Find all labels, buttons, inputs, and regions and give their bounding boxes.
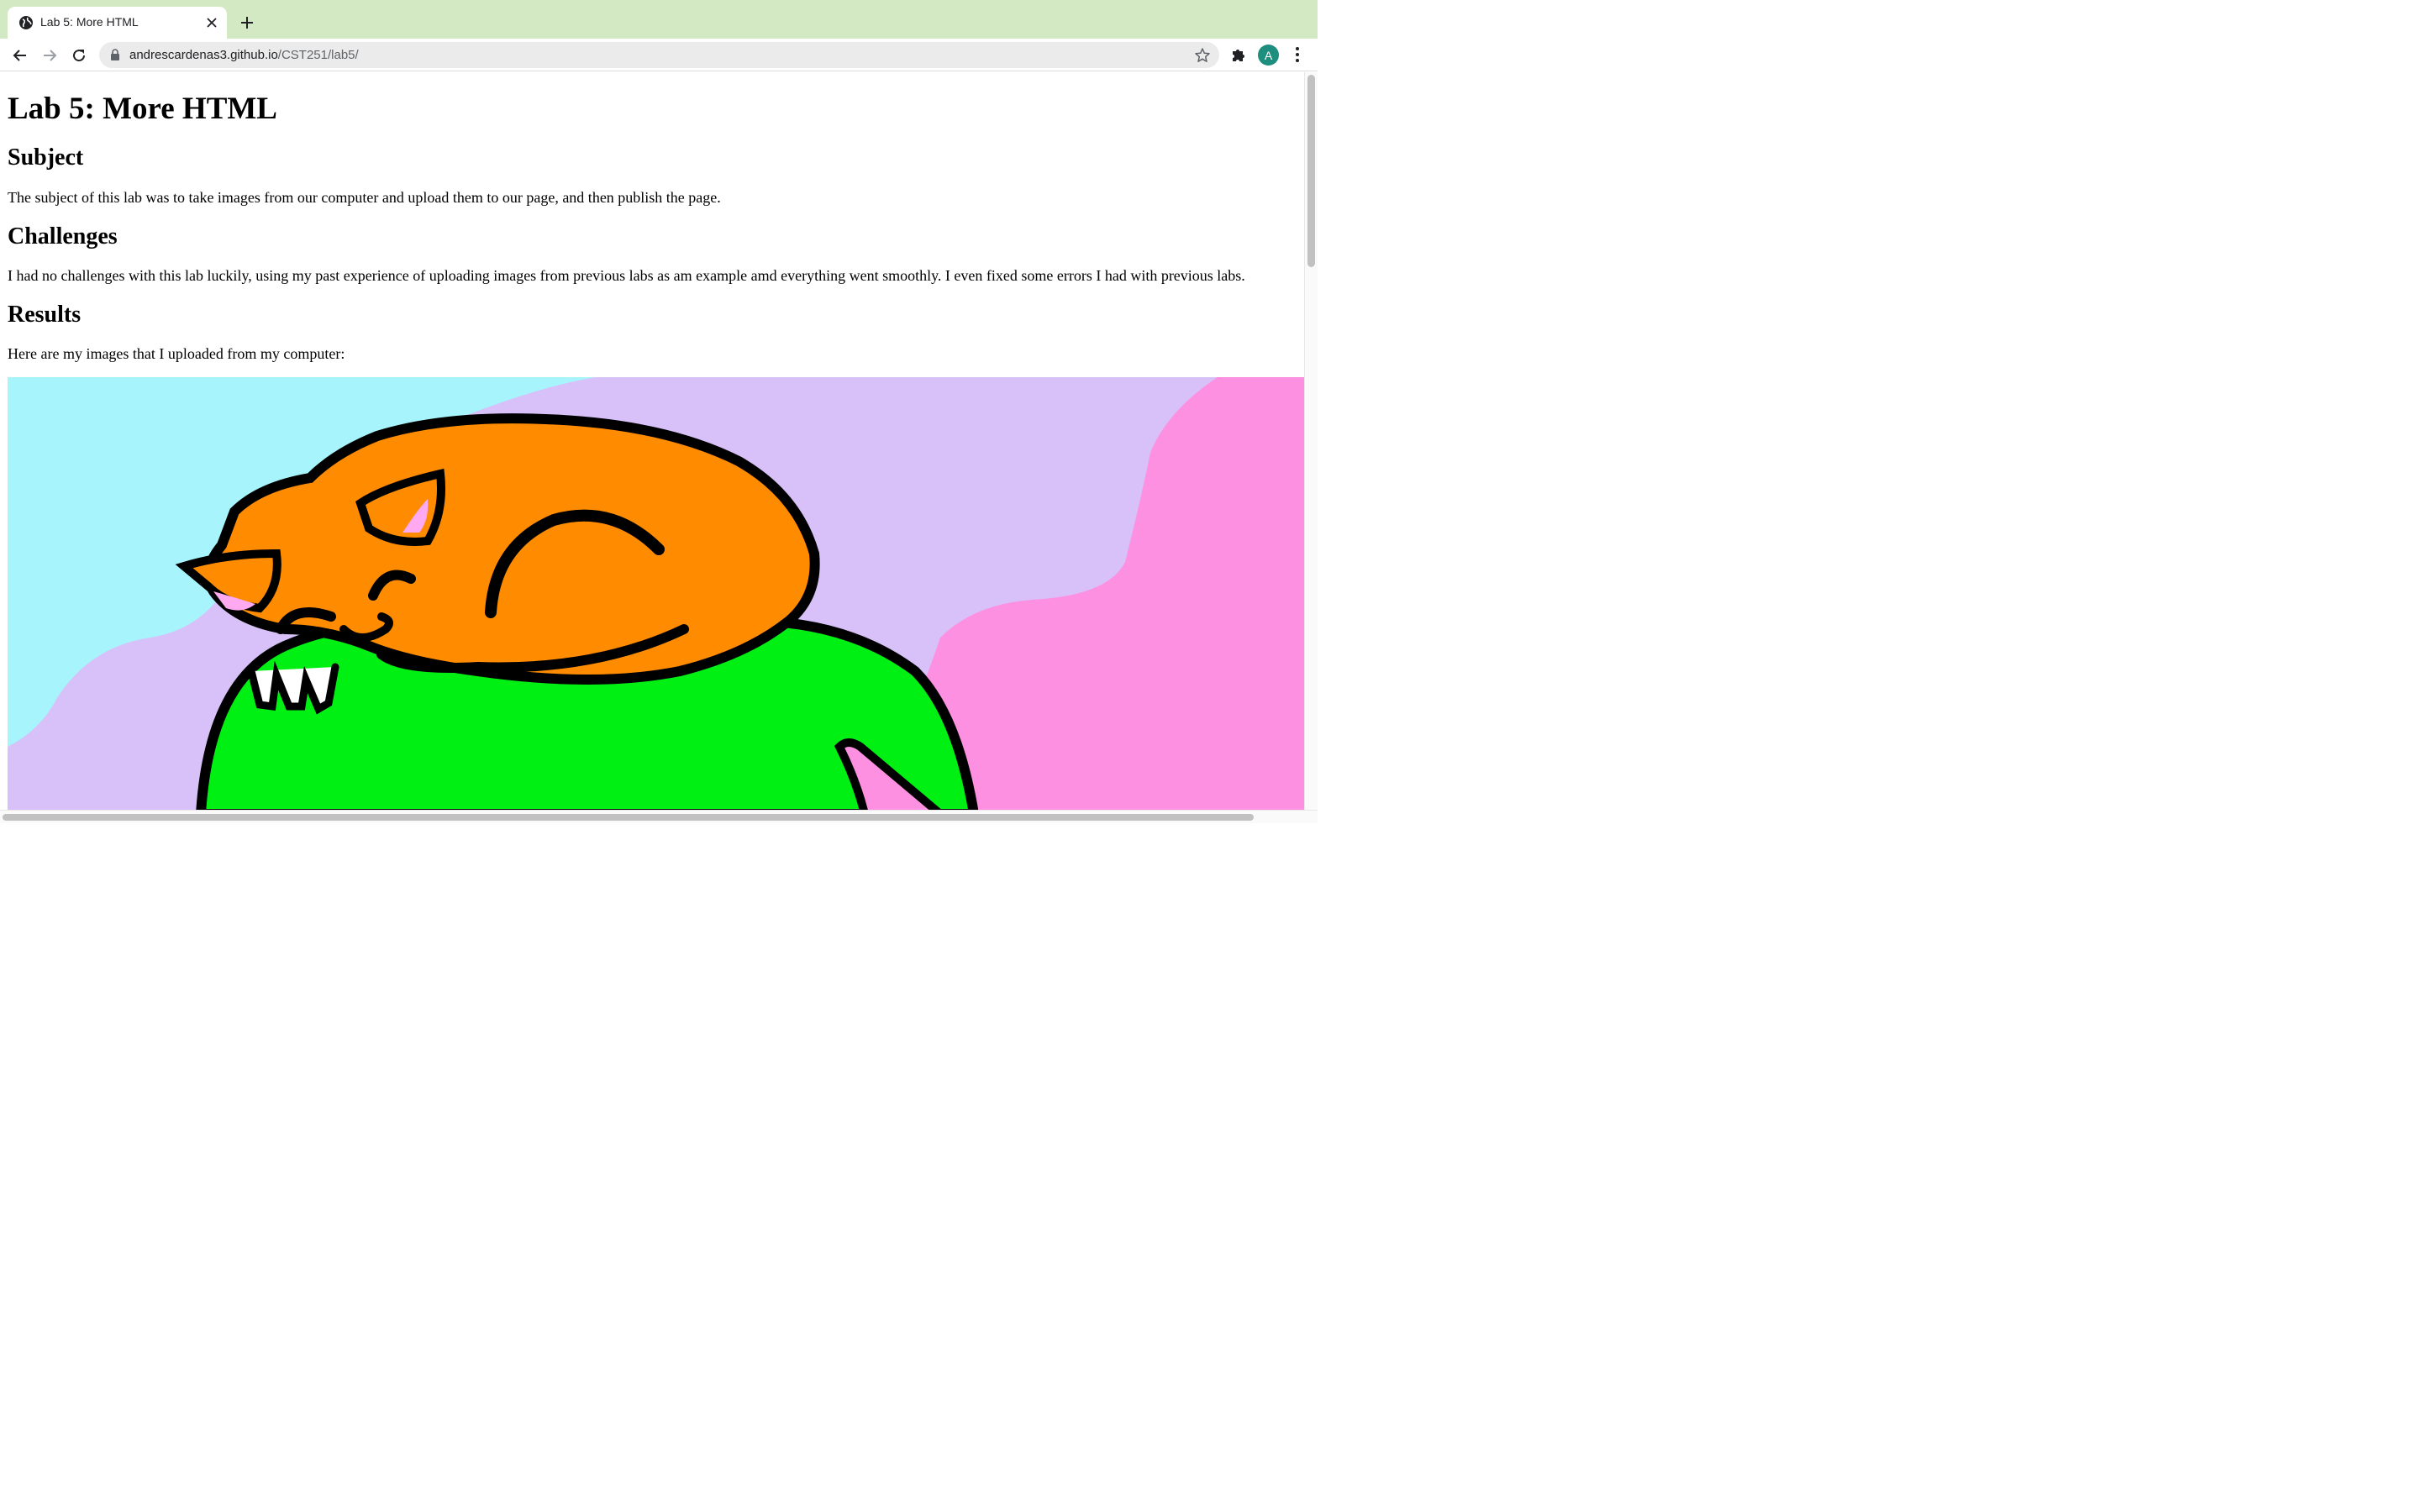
avatar[interactable]: A xyxy=(1258,45,1279,66)
puzzle-icon[interactable] xyxy=(1229,45,1248,64)
plus-icon[interactable] xyxy=(238,13,256,32)
uploaded-image-cat xyxy=(8,377,1304,810)
horizontal-scroll-thumb[interactable] xyxy=(3,814,1254,821)
browser-toolbar: andrescardenas3.github.io/CST251/lab5/ A xyxy=(0,39,1318,71)
vertical-scrollbar[interactable] xyxy=(1304,72,1318,810)
address-bar[interactable]: andrescardenas3.github.io/CST251/lab5/ xyxy=(99,42,1219,68)
browser-tab[interactable]: Lab 5: More HTML xyxy=(8,7,227,39)
back-arrow-icon[interactable] xyxy=(10,45,30,66)
tab-title: Lab 5: More HTML xyxy=(40,15,139,29)
vertical-scroll-thumb[interactable] xyxy=(1307,75,1315,267)
page-viewport: Lab 5: More HTML Subject The subject of … xyxy=(0,72,1304,810)
cat-drawing xyxy=(8,377,1304,810)
horizontal-scrollbar[interactable] xyxy=(0,810,1318,823)
globe-icon xyxy=(19,16,33,29)
challenges-heading: Challenges xyxy=(8,223,118,249)
subject-text: The subject of this lab was to take imag… xyxy=(8,189,721,206)
kebab-menu-icon[interactable] xyxy=(1290,45,1305,64)
page-title: Lab 5: More HTML xyxy=(8,92,277,126)
close-icon[interactable] xyxy=(204,15,219,30)
results-text: Here are my images that I uploaded from … xyxy=(8,345,345,362)
subject-heading: Subject xyxy=(8,144,84,171)
url-text[interactable]: andrescardenas3.github.io/CST251/lab5/ xyxy=(129,48,359,62)
reload-icon[interactable] xyxy=(69,45,89,66)
star-icon[interactable] xyxy=(1194,47,1211,64)
results-heading: Results xyxy=(8,302,82,328)
lock-icon[interactable] xyxy=(109,49,121,61)
tab-strip: Lab 5: More HTML xyxy=(0,0,1318,39)
forward-arrow-icon[interactable] xyxy=(39,45,60,66)
challenges-text: I had no challenges with this lab luckil… xyxy=(8,267,1245,284)
